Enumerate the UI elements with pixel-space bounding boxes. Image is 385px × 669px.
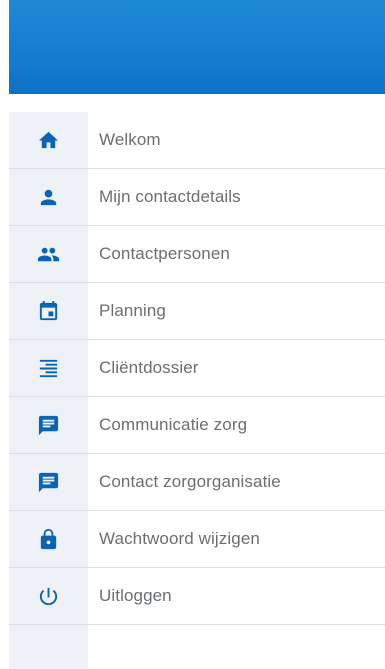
menu-item-planning[interactable]: Planning (9, 283, 385, 340)
people-icon (9, 226, 88, 282)
navigation-menu: Welkom Mijn contactdetails Contactperson… (9, 112, 385, 669)
home-icon (9, 112, 88, 168)
menu-item-label: Uitloggen (99, 586, 172, 605)
menu-item-communicatie-zorg[interactable]: Communicatie zorg (9, 397, 385, 454)
lock-icon (9, 511, 88, 567)
menu-item-label: Contact zorgorganisatie (99, 472, 281, 491)
menu-item-label: Welkom (99, 130, 161, 149)
menu-item-label: Communicatie zorg (99, 415, 248, 434)
chat-icon (9, 397, 88, 453)
menu-item-label: Planning (99, 301, 166, 320)
menu-item-welkom[interactable]: Welkom (9, 112, 385, 169)
list-icon (9, 340, 88, 396)
menu-list: Welkom Mijn contactdetails Contactperson… (9, 112, 385, 625)
menu-item-label: Contactpersonen (99, 244, 230, 263)
menu-item-wachtwoord-wijzigen[interactable]: Wachtwoord wijzigen (9, 511, 385, 568)
menu-item-label: Mijn contactdetails (99, 187, 241, 206)
menu-item-uitloggen[interactable]: Uitloggen (9, 568, 385, 625)
calendar-icon (9, 283, 88, 339)
app-header-bar (9, 0, 385, 94)
menu-item-mijn-contactdetails[interactable]: Mijn contactdetails (9, 169, 385, 226)
power-icon (9, 568, 88, 624)
menu-item-clientdossier[interactable]: Cliëntdossier (9, 340, 385, 397)
menu-item-label: Cliëntdossier (99, 358, 199, 377)
person-icon (9, 169, 88, 225)
app-window: Welkom Mijn contactdetails Contactperson… (0, 0, 385, 669)
menu-item-label: Wachtwoord wijzigen (99, 529, 260, 548)
chat-icon (9, 454, 88, 510)
menu-item-contact-zorgorganisatie[interactable]: Contact zorgorganisatie (9, 454, 385, 511)
menu-item-contactpersonen[interactable]: Contactpersonen (9, 226, 385, 283)
